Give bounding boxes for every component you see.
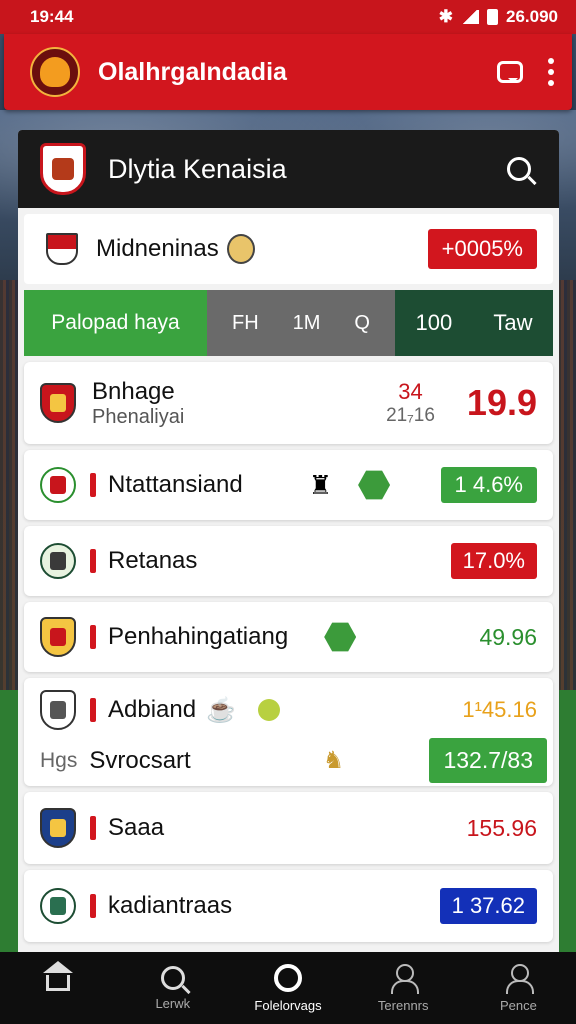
crest-icon xyxy=(40,617,76,657)
list-item[interactable]: Ntattansiand ♜ 1 4.6% xyxy=(24,450,553,520)
score-top: 34 xyxy=(398,379,423,404)
tab-taw[interactable]: Taw xyxy=(493,310,532,336)
mug-icon: ☕ xyxy=(206,696,236,724)
status-battery-text: 26.090 xyxy=(506,7,558,26)
main-panel: Dlytia Kenaisia Midneninas +0005% Palopa… xyxy=(18,130,559,960)
app-title: OlalhrgaIndadia xyxy=(98,57,287,86)
nav-profile-label: Pence xyxy=(499,997,537,1013)
crest-icon xyxy=(40,383,76,423)
hexagon-icon xyxy=(358,470,391,500)
panel-header: Dlytia Kenaisia xyxy=(18,130,559,208)
row-value: 19.9 xyxy=(466,382,537,423)
score-bottom: 21₇16 xyxy=(386,405,435,426)
row-prefix: Hgs xyxy=(40,748,78,772)
row-value-top: 1¹45.16 xyxy=(462,697,537,722)
status-time: 19:44 xyxy=(30,7,74,26)
indicator-bar xyxy=(90,698,96,722)
crest-icon xyxy=(40,467,76,503)
nav-profile[interactable]: Pence xyxy=(461,952,576,1024)
hexagon-icon xyxy=(324,622,357,652)
app-bar: OlalhrgaIndadia xyxy=(4,34,572,110)
indicator-bar xyxy=(90,894,96,918)
team-name: Penhahingatiang xyxy=(108,623,289,650)
list-item[interactable]: Adbiand ☕ 1¹45.16 Hgs Svrocsart ♞ 132.7/… xyxy=(24,678,553,786)
team-info: Bnhage Phenaliyai xyxy=(92,378,184,429)
status-bar: 19:44 ✱ 26.090 xyxy=(0,0,576,34)
tab-group-mid: FH 1M Q xyxy=(207,290,395,356)
crest-icon xyxy=(40,543,76,579)
nav-search-label: Lerwk xyxy=(155,995,191,1011)
signal-icon xyxy=(461,10,479,24)
home-icon xyxy=(42,960,73,991)
row-value-bottom: 132.7/83 xyxy=(429,738,547,783)
team-name: Retanas xyxy=(108,547,198,574)
club-logo-icon xyxy=(40,143,86,195)
nav-favorites[interactable]: Folelorvags xyxy=(230,952,345,1024)
score-stack: 34 21₇16 xyxy=(386,379,435,427)
tab-bar: Palopad haya FH 1M Q 100 Taw xyxy=(24,290,553,356)
tab-1m[interactable]: 1M xyxy=(293,312,321,335)
trophy-icon: ♜ xyxy=(308,469,333,500)
search-icon xyxy=(160,965,185,990)
row-value: 1 37.62 xyxy=(439,888,537,924)
team-name: Adbiand xyxy=(108,696,197,723)
list-item[interactable]: Bnhage Phenaliyai 34 21₇16 19.9 xyxy=(24,362,553,444)
app-logo-icon xyxy=(30,47,80,97)
search-icon xyxy=(507,157,531,181)
team-subname: Svrocsart xyxy=(89,746,191,774)
badge-icon: ♞ xyxy=(322,747,345,774)
battery-icon xyxy=(487,9,498,25)
crest-icon xyxy=(40,690,76,730)
row-value: 1 4.6% xyxy=(440,467,537,503)
circle-icon xyxy=(274,963,302,992)
indicator-bar xyxy=(90,625,96,649)
crest-icon xyxy=(226,234,255,264)
chat-button[interactable] xyxy=(490,52,530,92)
team-name: kadiantraas xyxy=(108,892,233,919)
flag-icon xyxy=(46,233,78,265)
tab-main[interactable]: Palopad haya xyxy=(24,290,207,356)
indicator-bar xyxy=(90,549,96,573)
search-button[interactable] xyxy=(499,149,539,189)
tab-group-right: 100 Taw xyxy=(395,290,553,356)
tab-fh[interactable]: FH xyxy=(232,312,259,335)
panel-title: Dlytia Kenaisia xyxy=(108,153,287,184)
tab-100[interactable]: 100 xyxy=(416,310,453,336)
list-item[interactable]: kadiantraas 1 37.62 xyxy=(24,870,553,942)
status-icons: ✱ 26.090 xyxy=(439,7,558,27)
crest-icon xyxy=(40,888,76,924)
tab-q[interactable]: Q xyxy=(354,312,370,335)
profile-icon xyxy=(504,963,535,994)
featured-match-name: Midneninas xyxy=(96,235,219,262)
bottom-nav: Lerwk Folelorvags Terennrs Pence xyxy=(0,952,576,1024)
indicator-bar xyxy=(90,816,96,840)
more-menu-button[interactable] xyxy=(548,58,554,86)
nav-search[interactable]: Lerwk xyxy=(115,952,230,1024)
ball-icon xyxy=(257,699,280,721)
bluetooth-icon: ✱ xyxy=(438,7,453,26)
row-value: 17.0% xyxy=(450,543,537,579)
list-item[interactable]: Retanas 17.0% xyxy=(24,526,553,596)
row-value: 155.96 xyxy=(466,814,537,841)
team-subtitle: Phenaliyai xyxy=(92,405,185,428)
row-line-top: Adbiand ☕ 1¹45.16 xyxy=(40,690,547,730)
team-name: Bnhage xyxy=(92,377,175,405)
list-item[interactable]: Saaa 155.96 xyxy=(24,792,553,864)
chat-icon xyxy=(497,61,523,83)
featured-match-row[interactable]: Midneninas +0005% xyxy=(24,214,553,284)
featured-badge: +0005% xyxy=(427,229,537,269)
crest-icon xyxy=(40,808,76,848)
nav-teams-label: Terennrs xyxy=(377,997,429,1013)
list-item[interactable]: Penhahingatiang 49.96 xyxy=(24,602,553,672)
row-value: 49.96 xyxy=(479,623,537,650)
nav-home-label xyxy=(56,997,60,1012)
row-line-bottom: Hgs Svrocsart ♞ 132.7/83 xyxy=(40,738,547,783)
nav-favorites-label: Folelorvags xyxy=(254,997,322,1013)
team-name: Ntattansiand xyxy=(108,471,243,498)
person-icon xyxy=(389,963,420,994)
nav-home[interactable] xyxy=(0,952,115,1024)
indicator-bar xyxy=(90,473,96,497)
team-name: Saaa xyxy=(108,814,165,841)
nav-teams[interactable]: Terennrs xyxy=(346,952,461,1024)
